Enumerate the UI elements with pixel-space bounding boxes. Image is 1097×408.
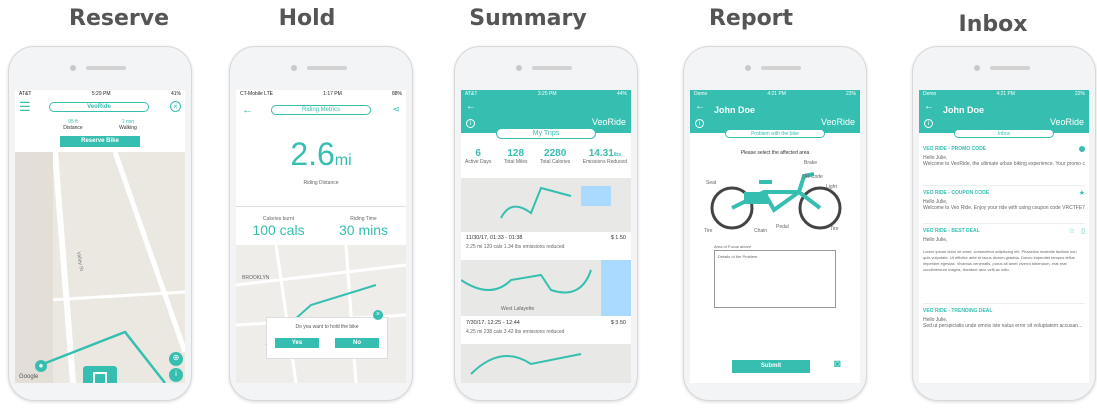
menu-icon[interactable]: ☰ xyxy=(19,100,31,113)
back-arrow-icon[interactable]: ← xyxy=(242,104,253,116)
trash-icon[interactable]: ▯ xyxy=(1081,227,1085,235)
map-overlay: Valley St xyxy=(15,151,185,383)
no-button[interactable]: No xyxy=(335,338,379,348)
user-name: John Doe xyxy=(714,105,756,115)
map[interactable]: Valley St ● Google ⊕ i xyxy=(15,151,185,383)
phone-inbox: Demo 4:21 PM 22% ← i John Doe VeoRide Inbo… xyxy=(912,46,1096,401)
status-bar: Demo 4:21 PM 22% xyxy=(919,90,1089,99)
status-bar: AT&T 3:25 PM 44% xyxy=(461,90,631,99)
yes-button[interactable]: Yes xyxy=(275,338,319,348)
reserve-bike-button[interactable]: Reserve Bike xyxy=(60,136,140,147)
dialog-prompt: Do you want to hold the bike xyxy=(295,324,359,330)
status-bar: AT&T 5:29 PM 41% xyxy=(19,91,181,97)
map[interactable]: BROOKLYN Do you want to hold the bike Ye… xyxy=(236,244,406,383)
phone-summary: AT&T 3:25 PM 44% ← i VeoRide My Trips 6 Act… xyxy=(454,46,638,401)
brand-logo: VeoRide xyxy=(1049,117,1084,127)
trip-map-1[interactable] xyxy=(461,178,631,232)
unread-dot-icon xyxy=(1079,146,1085,152)
app-header: ← i John Doe VeoRide xyxy=(919,99,1089,133)
message-list: VEO RIDE - PROMO CODE Hello Julie, Welco… xyxy=(923,146,1085,338)
app-header: ← i John Doe VeoRide xyxy=(690,99,860,133)
tab-my-trips[interactable]: My Trips xyxy=(496,128,596,139)
back-arrow-icon[interactable]: ← xyxy=(924,101,934,112)
title-inbox: Inbox xyxy=(958,12,1028,37)
status-bar: CT-Mobile LTE 1:17 PM 88% xyxy=(240,91,402,97)
info-icon[interactable]: i xyxy=(466,119,475,128)
title-hold: Hold xyxy=(278,6,336,31)
google-logo: Google xyxy=(19,374,39,380)
back-arrow-icon[interactable]: ← xyxy=(466,101,476,112)
status-bar: Demo 4:21 PM 22% xyxy=(690,90,860,99)
list-item[interactable]: VEO RIDE - COUPON CODE Hello Julie, Welc… xyxy=(923,190,1085,224)
area-label: Area of Focus above xyxy=(714,244,751,249)
app-header: ☰ VeoRide × xyxy=(19,100,181,115)
trip-item-2[interactable]: 7/30/17, 12:25 - 12:44 $ 3.50 4.25 mi 238… xyxy=(466,320,626,335)
app-title: VeoRide xyxy=(49,102,149,112)
brand-logo: VeoRide xyxy=(820,117,855,127)
bike-diagram[interactable]: Brake Seat QR Code Light Tire Pedal Chai… xyxy=(704,160,848,234)
phone-reserve: AT&T 5:29 PM 41% ☰ VeoRide × 95 ft Distance… xyxy=(8,46,192,401)
list-item[interactable]: VEO RIDE - TRENDING DEAL Hello Julie, Se… xyxy=(923,308,1085,338)
close-icon[interactable]: × xyxy=(373,310,383,320)
star-icon[interactable]: ★ xyxy=(1079,189,1085,197)
share-icon[interactable]: ⋖ xyxy=(392,104,400,115)
map-place-label: BROOKLYN xyxy=(242,275,270,281)
star-outline-icon[interactable]: ☆ xyxy=(1069,227,1075,235)
back-arrow-icon[interactable]: ← xyxy=(695,101,705,112)
camera-icon[interactable]: ◙ xyxy=(834,358,841,370)
tab-problem[interactable]: Problem with the bike xyxy=(725,129,825,138)
trip-map-3[interactable] xyxy=(461,344,631,383)
info-icon[interactable]: i xyxy=(924,119,933,128)
info-icon[interactable]: i xyxy=(695,119,704,128)
instruction-text: Please select the affected area xyxy=(740,150,810,156)
info-icon[interactable]: i xyxy=(169,368,183,382)
calories-block: Calories burnt 100 cals xyxy=(252,216,305,238)
title-reserve: Reserve xyxy=(69,6,169,31)
list-item[interactable]: VEO RIDE - PROMO CODE Hello Julie, Welco… xyxy=(923,146,1085,186)
list-item[interactable]: VEO RIDE - BEST DEAL Hello Julie, Lorem … xyxy=(923,228,1085,304)
phone-hold: CT-Mobile LTE 1:17 PM 88% ← Riding Metrics… xyxy=(229,46,413,401)
scan-qr-button[interactable] xyxy=(83,366,117,383)
trip-map-2[interactable]: West Lafayette xyxy=(461,260,631,316)
title-report: Report xyxy=(708,6,794,31)
map-place-label: West Lafayette xyxy=(501,306,535,312)
details-textarea[interactable]: Details of the Problem xyxy=(714,250,836,308)
locate-icon[interactable]: ⊕ xyxy=(169,352,183,366)
qr-icon xyxy=(93,372,107,383)
user-name: John Doe xyxy=(943,105,985,115)
trip-item-1[interactable]: 11/30/17, 01:33 - 01:38 $ 1.50 2.25 mi 12… xyxy=(466,235,626,250)
phone-report: Demo 4:21 PM 22% ← i John Doe VeoRide Prob… xyxy=(683,46,867,401)
brand-logo: VeoRide xyxy=(591,117,626,127)
tab-inbox[interactable]: Inbox xyxy=(954,129,1054,138)
info-row: 95 ft Distance 1 min Walking xyxy=(63,119,137,131)
title-summary: Summary xyxy=(469,6,587,31)
time-block: Riding Time 30 mins xyxy=(338,216,389,238)
stats-row: 6 Active Days 128 Total Miles 2280 Total Ca… xyxy=(465,148,627,165)
submit-button[interactable]: Submit xyxy=(732,360,810,373)
riding-metrics-header: Riding Metrics xyxy=(271,105,371,115)
close-icon[interactable]: × xyxy=(170,101,181,112)
bike-marker-icon[interactable]: ● xyxy=(35,360,47,372)
distance-label: Riding Distance xyxy=(303,180,339,186)
hold-dialog: Do you want to hold the bike Yes No xyxy=(266,317,388,359)
distance-value: 2.6mi xyxy=(290,136,352,172)
